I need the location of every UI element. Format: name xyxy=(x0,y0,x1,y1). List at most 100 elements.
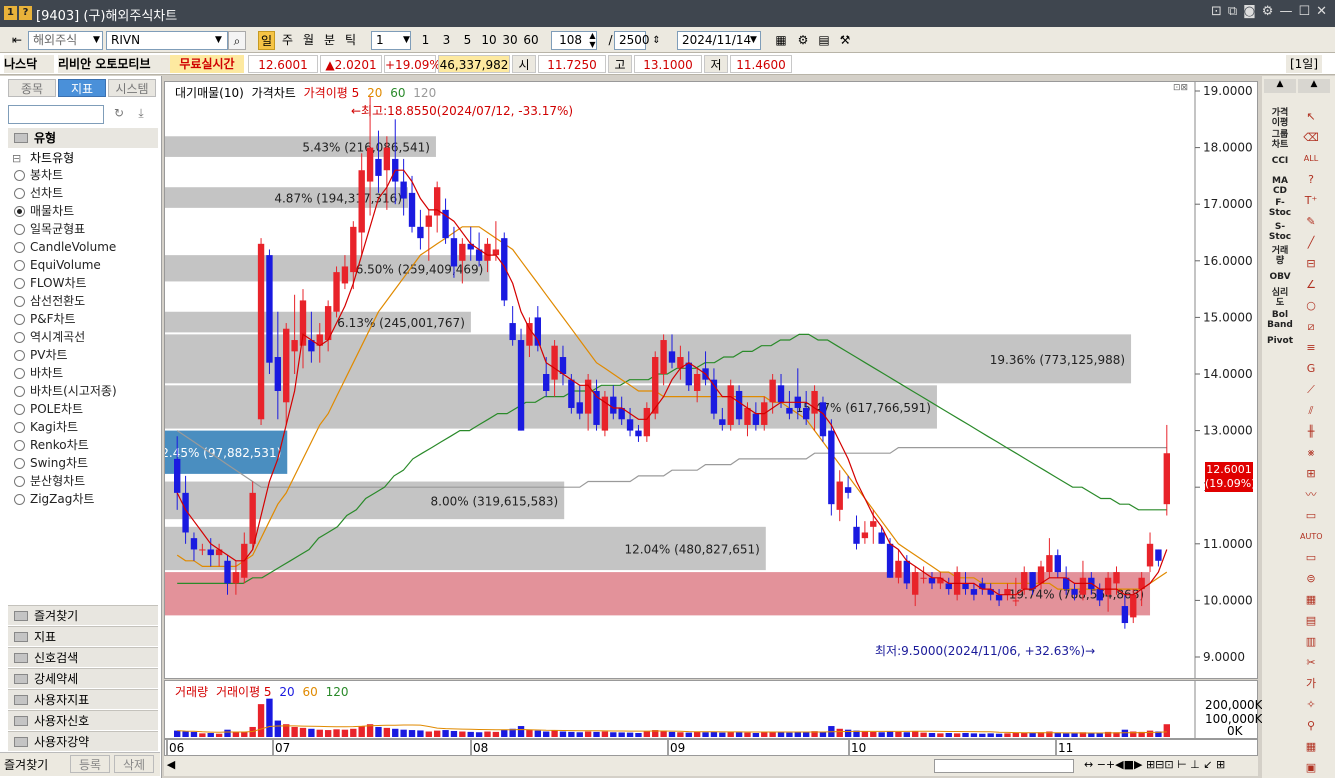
period-minute[interactable]: 분 xyxy=(321,31,338,50)
drawing-tool-23-icon[interactable]: ▦ xyxy=(1300,591,1322,608)
scroll-left-icon[interactable]: ◀ xyxy=(164,758,178,774)
drawing-tool-12-icon[interactable]: G xyxy=(1300,360,1322,377)
app-badge-1[interactable]: 1 xyxy=(4,6,17,20)
chart-type-10[interactable]: PV차트 xyxy=(14,347,68,364)
indicator-group-chart[interactable]: 그룹 차트 xyxy=(1264,130,1296,150)
minute-10[interactable]: 10 xyxy=(479,31,499,50)
section-0[interactable]: 즐겨찾기 xyxy=(8,605,158,625)
date-dropdown-icon[interactable]: ▼ xyxy=(745,31,762,50)
radio-icon[interactable] xyxy=(14,260,25,271)
period-tick[interactable]: 틱 xyxy=(342,31,359,50)
radio-icon[interactable] xyxy=(14,170,25,181)
count-spinner-icon[interactable]: ▲ ▼ xyxy=(584,31,601,50)
zoom-controls-icon[interactable]: ↔ −+◀■▶ ⊞⊟⊡ ⊢ ⊥ ↙ ⊞ xyxy=(1084,758,1225,771)
chart-type-8[interactable]: P&F차트 xyxy=(14,311,76,328)
drawing-tool-21-icon[interactable]: ▭ xyxy=(1300,549,1322,566)
section-4[interactable]: 사용자지표 xyxy=(8,689,158,709)
indicator-s-stoc[interactable]: S- Stoc xyxy=(1264,222,1296,242)
minute-3[interactable]: 3 xyxy=(438,31,455,50)
drawing-tool-15-icon[interactable]: ╫ xyxy=(1300,423,1322,440)
total-input[interactable]: 2500 xyxy=(614,31,650,50)
tools-icon[interactable]: ⚒ xyxy=(836,31,854,50)
minute-1[interactable]: 1 xyxy=(417,31,434,50)
period-week[interactable]: 주 xyxy=(279,31,296,50)
radio-icon[interactable] xyxy=(14,350,25,361)
drawing-tool-9-icon[interactable]: ○ xyxy=(1300,297,1322,314)
delete-button[interactable]: 삭제 xyxy=(114,755,154,773)
chart-type-5[interactable]: EquiVolume xyxy=(14,257,101,274)
right-tools-up-icon[interactable]: ▲ xyxy=(1298,79,1330,93)
copy-icon[interactable]: ⧉ xyxy=(1228,4,1237,19)
minute-5[interactable]: 5 xyxy=(459,31,476,50)
chart-type-15[interactable]: Renko차트 xyxy=(14,437,89,454)
tab-indicator[interactable]: 지표 xyxy=(58,79,106,97)
volume-chart[interactable]: 거래량 거래이평 5 20 60 120 200,000K 100,000K 0… xyxy=(164,680,1263,739)
legend-volume-profile[interactable]: 대기매물(10) xyxy=(175,86,244,100)
radio-icon[interactable] xyxy=(14,278,25,289)
chart-type-0[interactable]: 봉차트 xyxy=(14,167,63,184)
drawing-tool-20-icon[interactable]: AUTO xyxy=(1300,528,1323,545)
indicator-volume[interactable]: 거래 량 xyxy=(1264,246,1296,266)
symbol-dropdown-icon[interactable]: ▼ xyxy=(210,31,227,50)
settings-icon[interactable]: ⚙ xyxy=(794,31,812,50)
chart-type-7[interactable]: 삼선전환도 xyxy=(14,293,85,310)
close-icon[interactable]: ✕ xyxy=(1316,4,1327,19)
drawing-tool-13-icon[interactable]: ⟋ xyxy=(1300,381,1322,398)
drawing-tool-14-icon[interactable]: ⫽ xyxy=(1300,402,1322,419)
minute-30[interactable]: 30 xyxy=(500,31,520,50)
drawing-tool-2-icon[interactable]: ALL xyxy=(1300,150,1322,167)
radio-icon[interactable] xyxy=(14,386,25,397)
drawing-tool-4-icon[interactable]: T⁺ xyxy=(1300,192,1322,209)
radio-icon[interactable] xyxy=(14,242,25,253)
unit-dropdown-icon[interactable]: ▼ xyxy=(398,31,415,50)
drawing-tool-17-icon[interactable]: ⊞ xyxy=(1300,465,1322,482)
download-icon[interactable]: ⤓ xyxy=(132,106,150,123)
legend-ma120[interactable]: 120 xyxy=(413,86,436,100)
market-dropdown-icon[interactable]: ▼ xyxy=(88,31,105,50)
section-3[interactable]: 강세약세 xyxy=(8,668,158,688)
legend-vol-ma60[interactable]: 60 xyxy=(303,685,318,699)
drawing-tool-5-icon[interactable]: ✎ xyxy=(1300,213,1322,230)
period-month[interactable]: 월 xyxy=(300,31,317,50)
chart-type-17[interactable]: 분산형차트 xyxy=(14,473,85,490)
group-chart-type[interactable]: ⊟ 차트유형 xyxy=(12,150,74,167)
drawing-tool-7-icon[interactable]: ⊟ xyxy=(1300,255,1322,272)
realtime-label[interactable]: 무료실시간 xyxy=(170,55,244,73)
minimize-icon[interactable]: — xyxy=(1279,4,1292,19)
radio-icon[interactable] xyxy=(14,494,25,505)
drawing-tool-6-icon[interactable]: ╱ xyxy=(1300,234,1322,251)
chart-type-1[interactable]: 선차트 xyxy=(14,185,63,202)
radio-icon[interactable] xyxy=(14,458,25,469)
camera-icon[interactable]: ◙ xyxy=(1243,4,1256,19)
period-day[interactable]: 일 xyxy=(258,31,275,50)
drawing-tool-18-icon[interactable]: 〰 xyxy=(1300,486,1322,503)
legend-vol-ma120[interactable]: 120 xyxy=(326,685,349,699)
indicator-cci[interactable]: CCI xyxy=(1264,156,1296,166)
help-badge[interactable]: ? xyxy=(19,6,32,20)
radio-icon[interactable] xyxy=(14,188,25,199)
radio-icon[interactable] xyxy=(14,206,25,217)
section-2[interactable]: 신호검색 xyxy=(8,647,158,667)
indicator-search-input[interactable] xyxy=(8,105,104,124)
drawing-tool-11-icon[interactable]: ≡ xyxy=(1300,339,1322,356)
drawing-tool-29-icon[interactable]: ⚲ xyxy=(1300,717,1322,734)
legend-volume-ma[interactable]: 거래이평 5 xyxy=(216,685,272,699)
drawing-tool-8-icon[interactable]: ∠ xyxy=(1300,276,1322,293)
indicator-pivot[interactable]: Pivot xyxy=(1264,336,1296,346)
drawing-tool-25-icon[interactable]: ▥ xyxy=(1300,633,1322,650)
adjust-icon[interactable]: ⇕ xyxy=(648,31,665,50)
zoom-slider[interactable] xyxy=(934,759,1074,773)
radio-icon[interactable] xyxy=(14,368,25,379)
legend-ma60[interactable]: 60 xyxy=(390,86,405,100)
drawing-tool-16-icon[interactable]: ⨳ xyxy=(1300,444,1322,461)
drawing-tool-26-icon[interactable]: ✂ xyxy=(1300,654,1322,671)
drawing-tool-30-icon[interactable]: ▦ xyxy=(1300,738,1322,755)
drawing-tool-3-icon[interactable]: ? xyxy=(1300,171,1322,188)
save-icon[interactable]: ▤ xyxy=(815,31,833,50)
legend-ma20[interactable]: 20 xyxy=(367,86,382,100)
drawing-tool-31-icon[interactable]: ▣ xyxy=(1300,759,1322,776)
drawing-tool-28-icon[interactable]: ✧ xyxy=(1300,696,1322,713)
drawing-tool-0-icon[interactable]: ↖ xyxy=(1300,108,1322,125)
tab-stock[interactable]: 종목 xyxy=(8,79,56,97)
section-5[interactable]: 사용자신호 xyxy=(8,710,158,730)
